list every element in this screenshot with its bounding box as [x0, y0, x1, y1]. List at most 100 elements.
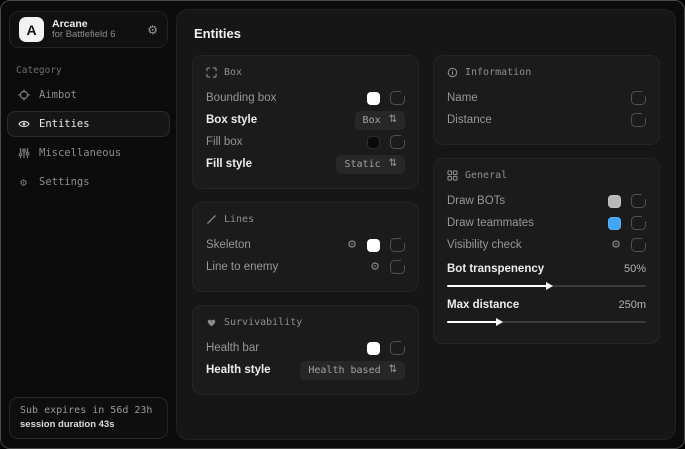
- setting-row-health-bar: Health bar: [206, 337, 405, 359]
- checkbox[interactable]: [631, 113, 646, 127]
- setting-label: Max distance: [447, 299, 519, 311]
- brand-card: A Arcane for Battlefield 6 ⚙: [9, 11, 168, 48]
- setting-label: Skeleton: [206, 239, 251, 251]
- eye-icon: [17, 118, 30, 130]
- card-lines: Lines Skeleton ⚙ Line to enemy ⚙: [192, 202, 419, 292]
- sidebar-item-settings[interactable]: ⚙ Settings: [7, 169, 170, 195]
- dropdown-value: Box: [363, 115, 381, 126]
- setting-row-bot-transparency: Bot transpenency 50%: [447, 258, 646, 287]
- line-icon: [206, 214, 217, 225]
- right-column: Information Name Distance: [433, 55, 660, 344]
- sidebar-item-miscellaneous[interactable]: Miscellaneous: [7, 140, 170, 166]
- setting-label: Line to enemy: [206, 261, 278, 273]
- health-style-dropdown[interactable]: Health based ⇅: [300, 361, 405, 380]
- subscription-card: Sub expires in 56d 23h session duration …: [9, 397, 168, 439]
- setting-row-name: Name: [447, 87, 646, 109]
- checkbox[interactable]: [390, 135, 405, 149]
- checkbox[interactable]: [390, 260, 405, 274]
- setting-label: Draw teammates: [447, 217, 534, 229]
- slider-value: 50%: [624, 263, 646, 275]
- setting-label: Fill style: [206, 158, 252, 170]
- setting-label: Draw BOTs: [447, 195, 505, 207]
- max-distance-slider[interactable]: [447, 321, 646, 323]
- color-swatch[interactable]: [608, 217, 621, 230]
- color-swatch[interactable]: [608, 195, 621, 208]
- sidebar-item-entities[interactable]: Entities: [7, 111, 170, 137]
- sidebar-item-aimbot[interactable]: Aimbot: [7, 82, 170, 108]
- updown-arrows-icon: ⇅: [389, 159, 397, 169]
- left-column: Box Bounding box Box style Box ⇅: [192, 55, 419, 395]
- setting-label: Health bar: [206, 342, 259, 354]
- setting-row-fill-box: Fill box: [206, 131, 405, 153]
- checkbox[interactable]: [631, 238, 646, 252]
- dropdown-value: Health based: [308, 365, 380, 376]
- color-swatch[interactable]: [367, 92, 380, 105]
- sliders-icon: [17, 147, 30, 159]
- checkbox[interactable]: [631, 91, 646, 105]
- updown-arrows-icon: ⇅: [389, 115, 397, 125]
- session-duration-text: session duration 43s: [20, 419, 157, 430]
- fill-style-dropdown[interactable]: Static ⇅: [336, 155, 405, 174]
- card-information: Information Name Distance: [433, 55, 660, 145]
- setting-row-visibility-check: Visibility check ⚙: [447, 234, 646, 256]
- sidebar-item-label: Aimbot: [39, 89, 77, 101]
- color-swatch[interactable]: [367, 136, 380, 149]
- setting-label: Name: [447, 92, 478, 104]
- card-title: Lines: [224, 214, 254, 225]
- sub-expiry-text: Sub expires in 56d 23h: [20, 405, 157, 416]
- gear-icon: ⚙: [17, 176, 30, 189]
- setting-row-distance: Distance: [447, 109, 646, 131]
- card-box: Box Bounding box Box style Box ⇅: [192, 55, 419, 189]
- info-icon: [447, 67, 458, 78]
- setting-label: Distance: [447, 114, 492, 126]
- sidebar: A Arcane for Battlefield 6 ⚙ Category Ai…: [1, 1, 176, 448]
- dropdown-value: Static: [344, 159, 380, 170]
- setting-label: Fill box: [206, 136, 242, 148]
- checkbox[interactable]: [390, 91, 405, 105]
- gear-icon[interactable]: ⚙: [370, 262, 380, 273]
- sidebar-item-label: Miscellaneous: [39, 147, 121, 159]
- updown-arrows-icon: ⇅: [389, 365, 397, 375]
- gear-icon[interactable]: ⚙: [611, 240, 621, 251]
- setting-row-line-to-enemy: Line to enemy ⚙: [206, 256, 405, 278]
- app-window: A Arcane for Battlefield 6 ⚙ Category Ai…: [0, 0, 685, 449]
- setting-label: Bot transpenency: [447, 263, 544, 275]
- card-title: General: [465, 170, 507, 181]
- color-swatch[interactable]: [367, 239, 380, 252]
- sidebar-item-label: Settings: [39, 176, 90, 188]
- crosshair-icon: [17, 89, 30, 101]
- card-title: Survivability: [224, 317, 302, 328]
- sidebar-nav: Aimbot Entities Miscellaneous ⚙ Settings: [1, 82, 176, 195]
- checkbox[interactable]: [631, 216, 646, 230]
- checkbox[interactable]: [631, 194, 646, 208]
- setting-row-fill-style: Fill style Static ⇅: [206, 153, 405, 175]
- card-general: General Draw BOTs Draw teammates: [433, 158, 660, 344]
- setting-row-box-style: Box style Box ⇅: [206, 109, 405, 131]
- slider-thumb[interactable]: [496, 318, 503, 326]
- setting-row-skeleton: Skeleton ⚙: [206, 234, 405, 256]
- checkbox[interactable]: [390, 238, 405, 252]
- setting-label: Visibility check: [447, 239, 522, 251]
- card-title: Information: [465, 67, 531, 78]
- card-survivability: Survivability Health bar Health style He…: [192, 305, 419, 395]
- setting-label: Health style: [206, 364, 271, 376]
- setting-row-draw-bots: Draw BOTs: [447, 190, 646, 212]
- card-title: Box: [224, 67, 242, 78]
- sidebar-item-label: Entities: [39, 118, 90, 130]
- box-style-dropdown[interactable]: Box ⇅: [355, 111, 405, 130]
- brand-logo: A: [19, 17, 44, 42]
- bot-transparency-slider[interactable]: [447, 285, 646, 287]
- setting-row-health-style: Health style Health based ⇅: [206, 359, 405, 381]
- setting-label: Bounding box: [206, 92, 276, 104]
- main-panel: Entities Box Bounding box: [176, 9, 676, 440]
- gear-icon[interactable]: ⚙: [147, 23, 158, 37]
- setting-row-draw-teammates: Draw teammates: [447, 212, 646, 234]
- color-swatch[interactable]: [367, 342, 380, 355]
- slider-value: 250m: [618, 299, 646, 311]
- category-label: Category: [16, 65, 176, 76]
- slider-thumb[interactable]: [546, 282, 553, 290]
- checkbox[interactable]: [390, 341, 405, 355]
- setting-label: Box style: [206, 114, 257, 126]
- setting-row-max-distance: Max distance 250m: [447, 294, 646, 323]
- gear-icon[interactable]: ⚙: [347, 240, 357, 251]
